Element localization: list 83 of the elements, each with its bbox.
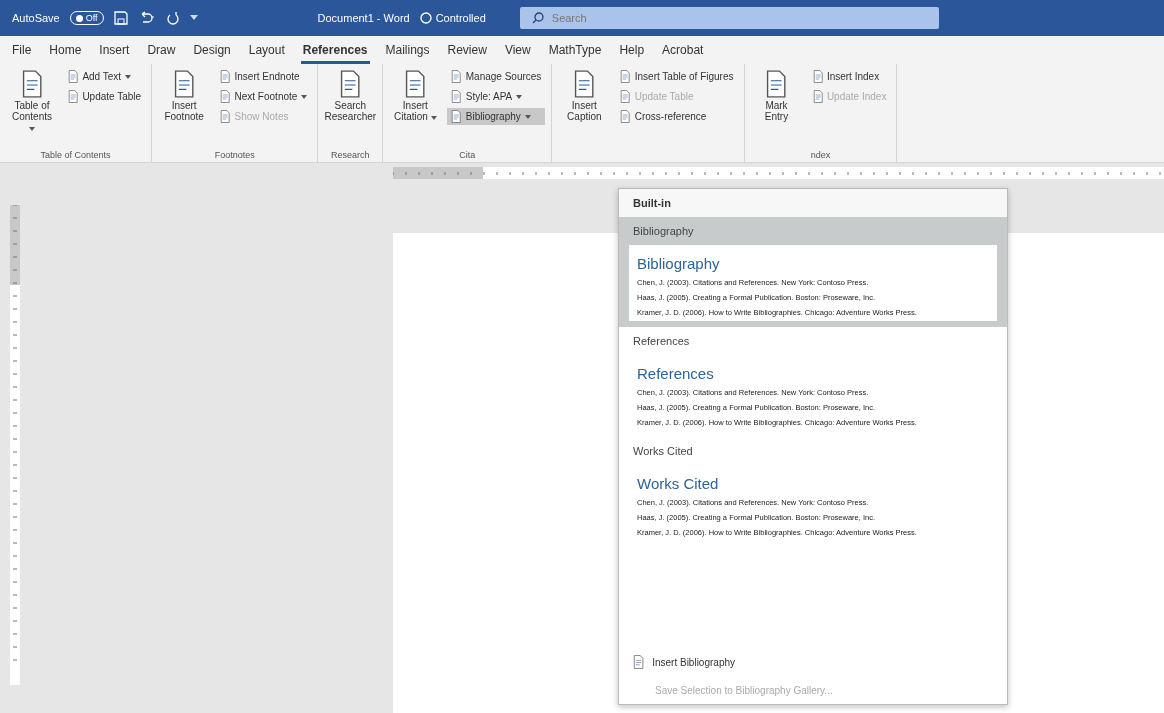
document-icon [220,70,231,83]
ribbon-button[interactable]: Insert Footnote [158,68,211,150]
bibliography-style-item[interactable] [619,217,1007,327]
document-icon [812,90,823,103]
ribbon-button: Update Table [616,88,738,105]
caret-icon [524,114,531,119]
ribbon-button[interactable]: Update Table [64,88,146,105]
caret-icon [29,127,35,131]
ribbon-tab[interactable]: Review [445,42,489,64]
document-icon [451,110,462,123]
document-title: Document1 - Word [317,12,410,24]
ribbon-tab[interactable]: Home [47,42,84,64]
menu-action: Save Selection to Bibliography Gallery... [619,677,1007,704]
save-icon[interactable] [113,11,128,25]
document-icon [620,110,631,123]
group-label: Table of Contents [39,150,112,160]
ribbon-tab[interactable]: View [502,42,533,64]
ribbon-button[interactable]: Table of Contents [6,68,58,150]
ribbon-button: Update Index [808,88,891,105]
ribbon-tab[interactable]: Draw [145,42,178,64]
document-icon [451,90,462,103]
ribbon-button[interactable]: Insert Caption [558,68,611,149]
preview-title: Bibliography [637,255,721,272]
document-icon [68,70,79,83]
menu-header: Built-in [619,189,1007,217]
document-icon [620,70,631,83]
ribbon-button[interactable]: Next Footnote [216,88,312,105]
ribbon-button[interactable]: Insert Endnote [216,68,312,85]
group-label: Cita [458,150,477,160]
menu-action[interactable]: Insert Bibliography [619,647,1007,677]
style-name: Works Cited [632,444,694,459]
ribbon-tab[interactable]: Layout [246,42,287,64]
circle-icon [419,12,432,24]
document-icon [20,70,44,98]
customize-caret-icon[interactable] [189,15,198,21]
ribbon-button[interactable]: Style: APA [447,88,546,105]
document-icon [812,70,823,83]
group-label: Research [330,150,371,160]
ribbon-tab[interactable]: MathType [546,42,604,64]
ribbon-button[interactable]: Cross-reference [616,108,738,125]
ribbon-button[interactable]: Insert Table of Figures [616,68,738,85]
ribbon-button[interactable]: Mark Entry [750,68,803,150]
style-name: Bibliography [632,224,695,239]
autosave-label: AutoSave [12,12,60,24]
document-icon [765,70,788,98]
ribbon-tab[interactable]: Help [617,42,647,64]
document-icon [633,655,645,669]
document-icon [339,70,362,98]
document-icon [404,70,427,98]
document-status: Controlled [435,12,486,24]
ribbon-button[interactable]: Search Researcher [324,68,377,150]
preview-title: References [637,365,715,382]
ribbon-button[interactable]: Manage Sources [447,68,546,85]
search-field[interactable]: Search [519,7,939,29]
document-icon [620,90,631,103]
redo-icon[interactable] [165,11,180,25]
ribbon-button: Show Notes [216,108,312,125]
style-name: References [632,334,691,349]
search-input[interactable]: Search [549,11,854,25]
ribbon-tab[interactable]: Design [191,42,233,64]
document-icon [172,70,196,98]
document-icon [220,90,231,103]
document-icon [451,70,462,83]
ribbon-tab[interactable]: Insert [97,42,132,64]
caret-icon [125,74,132,79]
group-label: ndex [809,150,832,160]
preview-title: Works Cited [637,475,720,492]
document-icon [68,90,79,103]
ribbon-tab[interactable]: Acrobat [660,42,706,64]
bibliography-style-item[interactable] [619,327,1007,437]
ribbon-tab[interactable]: File [10,42,34,64]
caret-icon [430,116,437,120]
ribbon-button[interactable]: Insert Citation [389,68,442,150]
ribbon-button[interactable]: Add Text [64,68,146,85]
group-label: Footnotes [213,150,256,160]
document-icon [220,110,231,123]
ribbon-button[interactable]: Insert Index [808,68,891,85]
document-icon [573,70,596,98]
caret-icon [301,94,308,99]
search-icon [531,12,544,24]
caret-icon [516,94,523,99]
ribbon-button[interactable]: Bibliography [447,108,546,125]
ribbon-tab[interactable]: Mailings [383,42,432,64]
